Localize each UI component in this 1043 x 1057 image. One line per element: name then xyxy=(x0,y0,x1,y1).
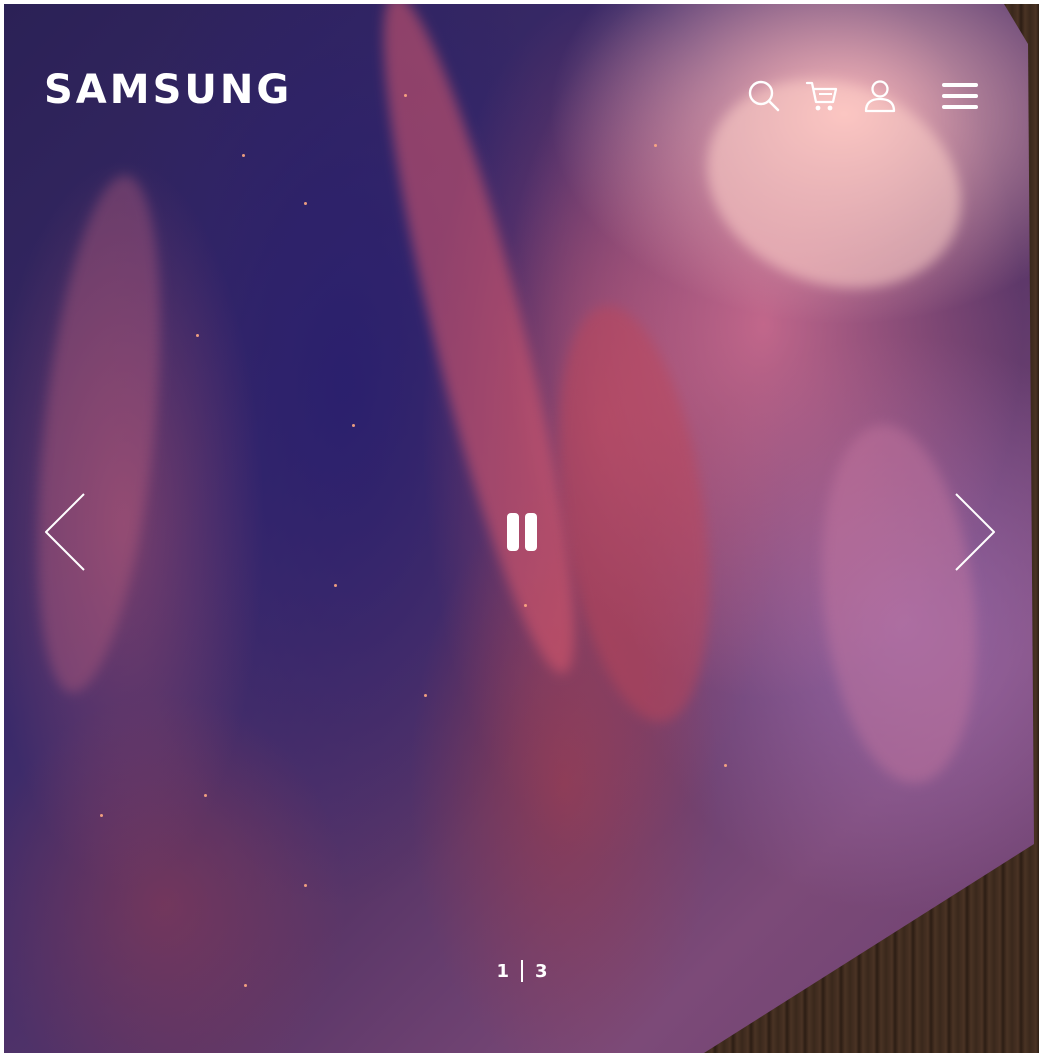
account-button[interactable] xyxy=(860,76,900,116)
cart-icon xyxy=(805,81,838,111)
header-utility-nav xyxy=(744,76,980,116)
search-icon xyxy=(748,80,780,112)
carousel-next-button[interactable] xyxy=(950,492,1000,572)
carousel-pagination: 1 3 xyxy=(484,956,560,986)
carousel-pause-button[interactable] xyxy=(502,510,542,554)
cart-button[interactable] xyxy=(802,76,842,116)
chevron-left-icon xyxy=(45,493,85,571)
chevron-right-icon xyxy=(955,493,995,571)
samsung-logo[interactable]: SAMSUNG xyxy=(44,70,292,110)
total-slides-number: 3 xyxy=(535,960,548,982)
carousel-prev-button[interactable] xyxy=(40,492,90,572)
search-button[interactable] xyxy=(744,76,784,116)
menu-icon xyxy=(942,83,978,109)
user-icon xyxy=(864,80,896,113)
current-slide-number: 1 xyxy=(496,960,509,982)
hero-carousel: SAMSUNG 1 3 xyxy=(4,4,1039,1053)
pagination-divider xyxy=(521,960,523,982)
pause-icon xyxy=(504,513,540,551)
menu-button[interactable] xyxy=(940,76,980,116)
